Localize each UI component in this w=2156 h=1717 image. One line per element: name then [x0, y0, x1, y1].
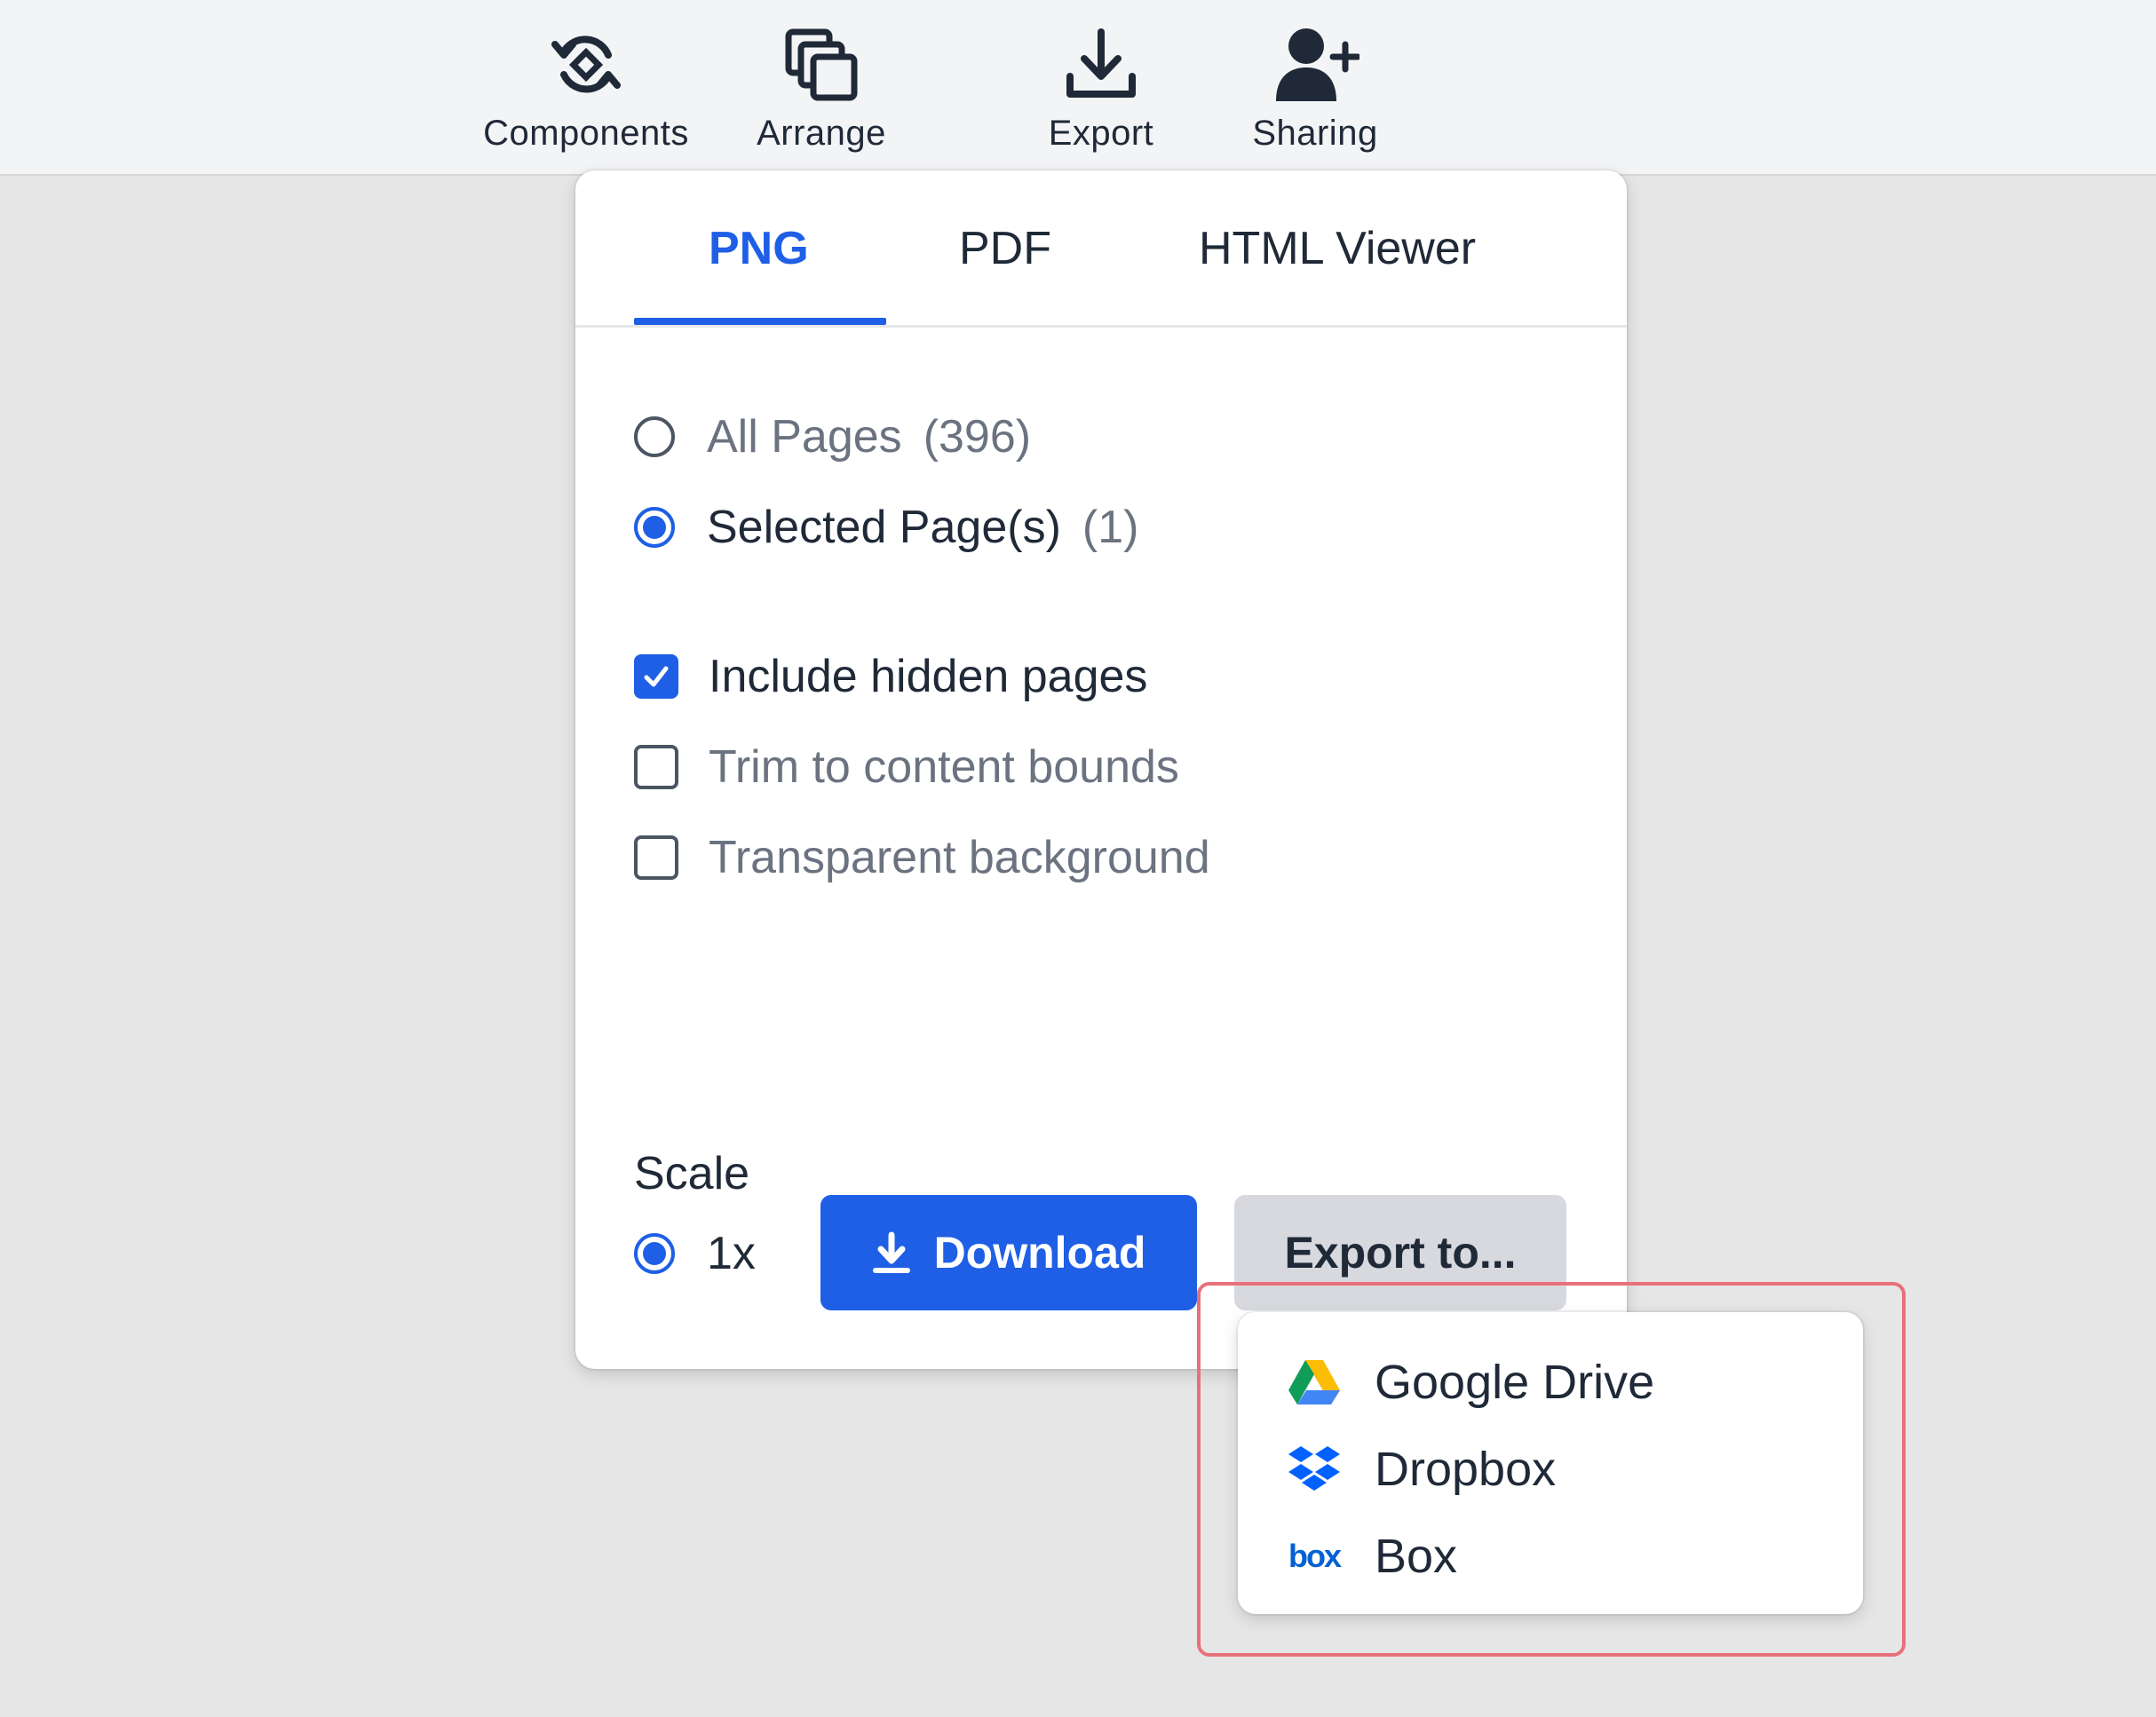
scale-option-1x[interactable]: 1x	[634, 1227, 756, 1280]
tab-png[interactable]: PNG	[709, 222, 809, 275]
menu-item-dropbox[interactable]: Dropbox	[1286, 1442, 1556, 1497]
export-panel: PNG PDF HTML Viewer All Pages (396) Sele…	[575, 170, 1627, 1369]
tab-pdf[interactable]: PDF	[959, 222, 1051, 275]
download-icon	[977, 16, 1225, 114]
trim-to-content-label: Trim to content bounds	[709, 741, 1179, 793]
add-user-icon	[1191, 16, 1439, 114]
toolbar-components-label: Components	[483, 114, 689, 153]
all-pages-count: (396)	[923, 411, 1032, 463]
option-include-hidden-pages[interactable]: Include hidden pages	[634, 650, 1147, 703]
dropbox-icon	[1286, 1443, 1343, 1496]
checkmark-icon	[644, 666, 669, 687]
tab-html-viewer[interactable]: HTML Viewer	[1199, 222, 1476, 275]
option-all-pages[interactable]: All Pages (396)	[634, 410, 1031, 463]
download-button-label: Download	[933, 1228, 1146, 1278]
selected-pages-label: Selected Page(s)	[707, 502, 1061, 553]
active-tab-indicator	[634, 318, 886, 325]
toolbar-components-button[interactable]: Components	[462, 16, 710, 154]
toolbar-sharing-label: Sharing	[1252, 114, 1378, 153]
google-drive-icon	[1286, 1356, 1343, 1409]
arrange-icon	[697, 16, 946, 114]
box-icon: box	[1288, 1538, 1342, 1574]
option-trim-to-content[interactable]: Trim to content bounds	[634, 740, 1179, 794]
google-drive-label: Google Drive	[1375, 1356, 1655, 1409]
export-destination-menu: Google Drive Dropbox box Box	[1238, 1312, 1863, 1614]
dropbox-label: Dropbox	[1375, 1443, 1557, 1496]
toolbar-sharing-button[interactable]: Sharing	[1191, 16, 1439, 154]
scale-1x-label: 1x	[707, 1228, 756, 1279]
selected-pages-count: (1)	[1082, 502, 1139, 553]
box-label: Box	[1375, 1530, 1458, 1583]
menu-item-google-drive[interactable]: Google Drive	[1286, 1355, 1654, 1410]
transparent-background-checkbox[interactable]	[634, 835, 678, 880]
download-button[interactable]: Download	[820, 1195, 1197, 1310]
scale-heading: Scale	[634, 1148, 750, 1199]
top-toolbar: Components Arrange Export Sharing	[0, 0, 2156, 176]
toolbar-arrange-button[interactable]: Arrange	[697, 16, 946, 154]
export-format-tabs: PNG PDF HTML Viewer	[575, 170, 1627, 328]
components-icon	[462, 16, 710, 114]
menu-item-box[interactable]: box Box	[1286, 1529, 1457, 1584]
selected-pages-radio[interactable]	[634, 507, 675, 548]
all-pages-radio[interactable]	[634, 416, 675, 457]
include-hidden-pages-label: Include hidden pages	[709, 651, 1148, 702]
export-to-button-label: Export to...	[1284, 1228, 1517, 1278]
include-hidden-pages-checkbox[interactable]	[634, 654, 678, 699]
option-selected-pages[interactable]: Selected Page(s) (1)	[634, 501, 1138, 554]
export-to-button[interactable]: Export to...	[1234, 1195, 1566, 1310]
download-arrow-icon	[872, 1231, 910, 1273]
toolbar-export-label: Export	[1048, 114, 1154, 153]
toolbar-export-button[interactable]: Export	[977, 16, 1225, 154]
option-transparent-background[interactable]: Transparent background	[634, 831, 1210, 884]
trim-to-content-checkbox[interactable]	[634, 745, 678, 789]
transparent-background-label: Transparent background	[709, 832, 1210, 883]
all-pages-label: All Pages	[707, 411, 902, 463]
scale-1x-radio[interactable]	[634, 1233, 675, 1274]
toolbar-arrange-label: Arrange	[757, 114, 886, 153]
